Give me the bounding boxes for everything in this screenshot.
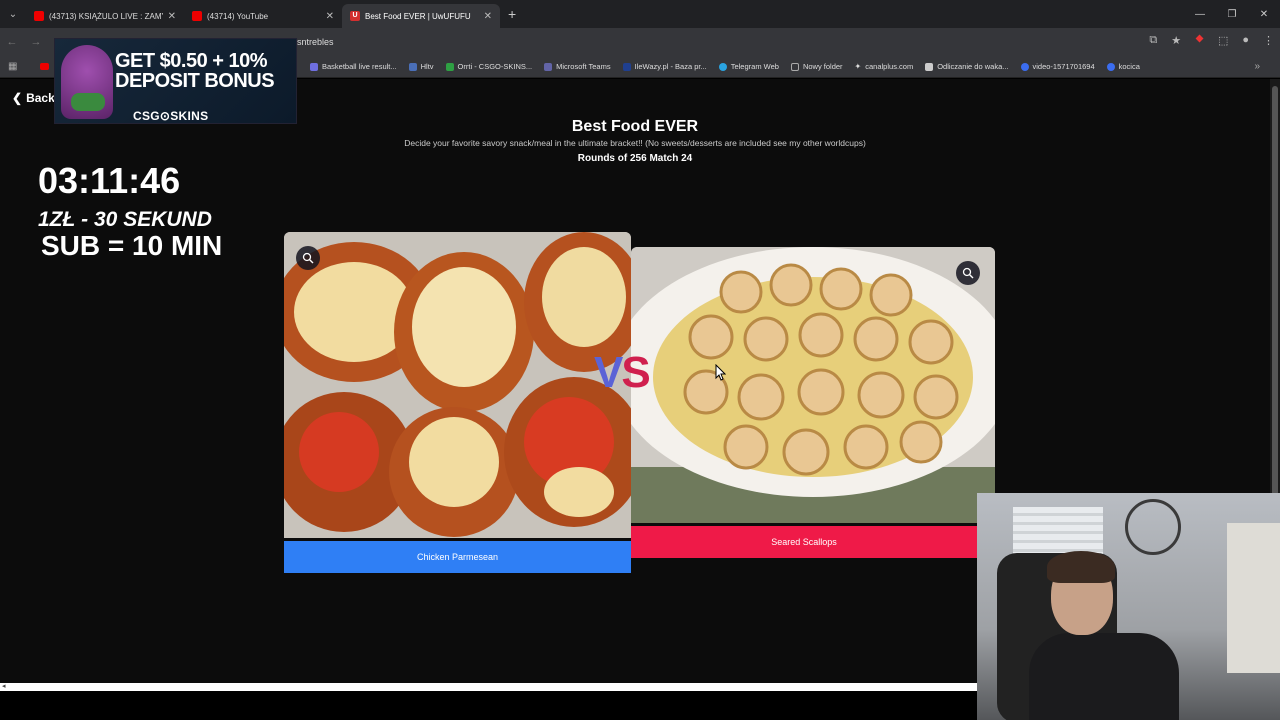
bookmark-item[interactable]: video-1571701694	[1020, 62, 1095, 71]
restore-icon[interactable]: ❐	[1216, 0, 1248, 28]
bookmark-icon	[408, 62, 417, 71]
extension-icon[interactable]: ⯁	[1195, 34, 1204, 47]
bookmark-item[interactable]: ✦ canalplus.com	[855, 62, 914, 71]
bookmark-icon	[544, 62, 553, 71]
donation-rate: 1ZŁ - 30 SEKUND	[38, 208, 212, 231]
vs-label: VS	[594, 348, 651, 398]
tab-title: (43713) KSIĄŻULO LIVE : ZAMY	[49, 11, 163, 21]
horizontal-scrollbar[interactable]: ◂	[0, 683, 977, 691]
bookmarks-overflow-icon[interactable]: »	[1254, 61, 1260, 72]
bookmark-label: Microsoft Teams	[556, 62, 611, 71]
bookmark-icon	[622, 62, 631, 71]
url-text[interactable]: sntrebles	[297, 37, 334, 47]
streamer	[1029, 551, 1179, 720]
profile-icon[interactable]: ●	[1242, 34, 1249, 47]
back-link[interactable]: ❮ Back	[12, 91, 55, 105]
apps-grid-icon[interactable]: ▦	[8, 61, 17, 72]
back-label: Back	[26, 91, 55, 105]
tab-title: (43714) YouTube	[207, 11, 269, 21]
streamer-hair	[1047, 551, 1115, 583]
bookmark-label: Basketball live result...	[322, 62, 397, 71]
bookmark-icon	[925, 62, 934, 71]
bookmark-icon	[445, 62, 454, 71]
vs-s: S	[621, 348, 650, 397]
streamer-body	[1029, 633, 1179, 720]
chicken-parmesan-image	[284, 232, 631, 538]
new-tab-icon[interactable]: +	[508, 6, 516, 22]
mouse-cursor-icon	[715, 364, 726, 381]
stream-timer: 03:11:46	[38, 160, 181, 201]
browser-tab-strip: ⌄ (43713) KSIĄŻULO LIVE : ZAMY ✕ (43714)…	[0, 0, 1280, 28]
tab-youtube-live[interactable]: (43713) KSIĄŻULO LIVE : ZAMY ✕	[26, 4, 184, 28]
bookmark-label: Odliczanie do waka...	[937, 62, 1009, 71]
page-description: Decide your favorite savory snack/meal i…	[404, 138, 866, 148]
right-choice-image[interactable]	[631, 247, 995, 523]
mascot-image	[61, 45, 113, 119]
tab-youtube[interactable]: (43714) YouTube ✕	[184, 4, 342, 28]
uwufufu-icon: U	[350, 11, 360, 21]
bookmark-icon	[718, 62, 727, 71]
bookmark-item[interactable]: Telegram Web	[718, 62, 779, 71]
cabinet	[1227, 523, 1280, 673]
scroll-left-icon[interactable]: ◂	[2, 682, 6, 690]
bookmark-item[interactable]: Orrti - CSGO-SKINS...	[445, 62, 533, 71]
youtube-icon	[34, 11, 44, 21]
wall-clock	[1125, 499, 1181, 555]
ad-brand: CSG⊙SKINS	[133, 109, 209, 123]
close-tab-icon[interactable]: ✕	[484, 11, 492, 22]
forward-arrow-icon[interactable]: →	[24, 36, 48, 48]
bookmark-item[interactable]: Nowy folder	[790, 62, 843, 71]
bookmark-label: Hltv	[420, 62, 434, 71]
left-choice-image[interactable]	[284, 232, 631, 538]
vs-v: V	[594, 348, 623, 397]
zoom-icon[interactable]	[296, 246, 320, 270]
translate-icon[interactable]: ⧉	[1149, 34, 1157, 47]
bookmark-item[interactable]: Basketball live result...	[310, 62, 397, 71]
bookmark-star-icon[interactable]: ★	[1171, 34, 1181, 47]
bookmark-item[interactable]: Hltv	[408, 62, 434, 71]
bookmark-item[interactable]: IleWazy.pl - Baza pr...	[622, 62, 707, 71]
bookmark-label: kocica	[1118, 62, 1140, 71]
zoom-icon[interactable]	[956, 261, 980, 285]
tab-title: Best Food EVER | UwUFUFU	[365, 11, 471, 21]
folder-icon	[790, 62, 799, 71]
choose-left-button[interactable]: Chicken Parmesean	[284, 541, 631, 573]
window-controls: — ❐ ✕	[1184, 0, 1280, 28]
bookmark-item[interactable]: Odliczanie do waka...	[925, 62, 1009, 71]
bookmark-label: IleWazy.pl - Baza pr...	[634, 62, 707, 71]
bookmark-item[interactable]: Microsoft Teams	[544, 62, 611, 71]
choose-right-button[interactable]: Seared Scallops	[631, 526, 977, 558]
menu-icon[interactable]: ⋮	[1263, 34, 1274, 47]
bookmark-label: Telegram Web	[730, 62, 779, 71]
youtube-bookmark-icon[interactable]	[40, 63, 49, 70]
ad-headline: GET $0.50 + 10% DEPOSIT BONUS	[115, 50, 275, 92]
bookmark-label: Nowy folder	[802, 62, 843, 71]
bookmark-item[interactable]: kocica	[1106, 62, 1140, 71]
bookmark-label: video-1571701694	[1032, 62, 1095, 71]
bookmark-icon	[1106, 62, 1115, 71]
minimize-icon[interactable]: —	[1184, 0, 1216, 28]
youtube-icon	[192, 11, 202, 21]
close-tab-icon[interactable]: ✕	[326, 11, 334, 22]
tab-search-icon[interactable]: ⌄	[0, 0, 26, 28]
address-bar-icons: ⧉ ★ ⯁ ⬚ ● ⋮	[1149, 34, 1274, 47]
bookmark-icon	[310, 62, 318, 71]
sponsor-ad-banner[interactable]: GET $0.50 + 10% DEPOSIT BONUS CSG⊙SKINS	[54, 38, 297, 124]
sub-rate: SUB = 10 MIN	[41, 230, 223, 261]
bookmark-label: Orrti - CSGO-SKINS...	[457, 62, 533, 71]
round-indicator: Rounds of 256 Match 24	[577, 153, 693, 164]
bookmark-icon	[1020, 62, 1029, 71]
bookmark-label: canalplus.com	[865, 62, 914, 71]
close-window-icon[interactable]: ✕	[1248, 0, 1280, 28]
close-tab-icon[interactable]: ✕	[168, 11, 176, 22]
extensions-puzzle-icon[interactable]: ⬚	[1218, 34, 1228, 47]
seared-scallops-image	[631, 247, 995, 523]
chevron-left-icon: ❮	[12, 91, 23, 105]
canalplus-icon: ✦	[854, 62, 862, 71]
webcam-feed	[977, 493, 1280, 720]
tab-best-food[interactable]: U Best Food EVER | UwUFUFU ✕	[342, 4, 500, 28]
back-arrow-icon[interactable]: ←	[0, 36, 24, 48]
